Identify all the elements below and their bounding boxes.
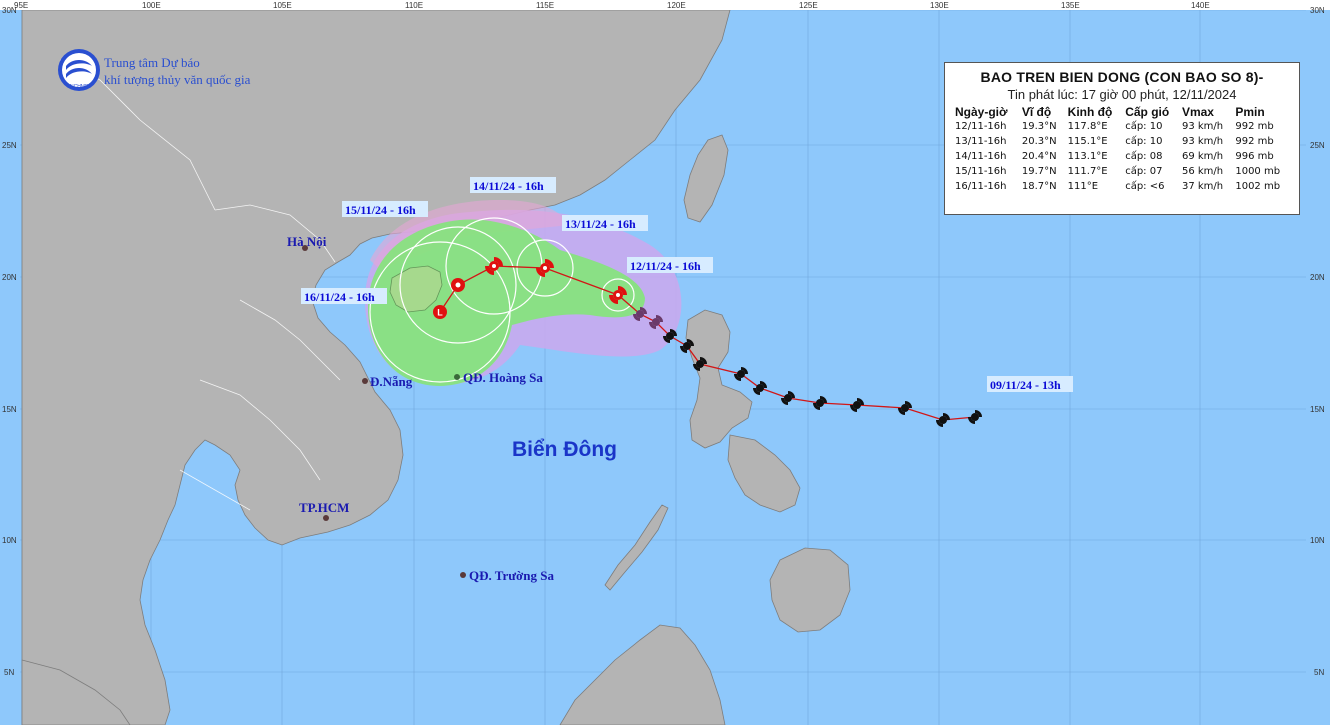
cell: cấp: 08 [1125,151,1163,162]
agency-name-line1: Trung tâm Dự báo [104,55,200,70]
agency-name-line2: khí tượng thủy văn quốc gia [104,72,251,87]
label-danang: Đ.Nẵng [370,374,413,389]
svg-text:16/11/24 - 16h: 16/11/24 - 16h [304,290,375,304]
date-label-origin: 09/11/24 - 13h [987,376,1073,392]
cell: 56 km/h [1181,166,1224,177]
svg-text:15/11/24 - 16h: 15/11/24 - 16h [345,203,416,217]
nchmf-logo: NCHMF [58,49,100,91]
lon-tick: 105E [273,1,292,10]
svg-text:25N: 25N [2,141,17,150]
svg-text:20N: 20N [2,273,17,282]
cell: 115.1°E [1067,136,1108,147]
svg-text:15N: 15N [2,405,17,414]
svg-text:09/11/24 - 13h: 09/11/24 - 13h [990,378,1061,392]
cell: 1000 mb [1235,166,1281,177]
lon-tick: 130E [930,1,949,10]
cell: cấp: 07 [1125,166,1163,177]
col-header: Pmin [1235,105,1265,119]
cell: 19.3°N [1021,121,1057,132]
top-tick-bar [0,0,1330,10]
table-row: 13/11-16h 20.3°N 115.1°E cấp: 10 93 km/h… [953,134,1291,149]
cell: 12/11-16h [955,121,1007,132]
cell: 18.7°N [1021,181,1057,192]
svg-text:12/11/24 - 16h: 12/11/24 - 16h [630,259,701,273]
svg-text:25N: 25N [1310,141,1325,150]
cell: 14/11-16h [955,151,1007,162]
svg-text:5N: 5N [4,668,14,677]
col-header: Ngày-giờ [955,105,1008,119]
label-hcm: TP.HCM [299,500,349,515]
col-header: Kinh độ [1067,105,1113,119]
cell: 20.3°N [1021,136,1057,147]
cell: cấp: <6 [1125,181,1165,192]
cell: 992 mb [1235,121,1274,132]
lon-tick: 125E [799,1,818,10]
table-row: 16/11-16h 18.7°N 111°E cấp: <6 37 km/h 1… [953,179,1291,194]
cell: 13/11-16h [955,136,1007,147]
table-row: 14/11-16h 20.4°N 113.1°E cấp: 08 69 km/h… [953,149,1291,164]
cell: cấp: 10 [1125,136,1163,147]
date-label-12: 12/11/24 - 16h [627,257,713,273]
svg-text:5N: 5N [1314,668,1324,677]
cell: 992 mb [1235,136,1274,147]
cell: 37 km/h [1181,181,1224,192]
svg-text:14/11/24 - 16h: 14/11/24 - 16h [473,179,544,193]
cell: 19.7°N [1021,166,1057,177]
svg-text:20N: 20N [1310,273,1325,282]
table-row: 12/11-16h 19.3°N 117.8°E cấp: 10 93 km/h… [953,119,1291,134]
lon-tick: 115E [536,1,554,10]
cell: 16/11-16h [955,181,1007,192]
svg-text:15N: 15N [1310,405,1325,414]
cell: cấp: 10 [1125,121,1163,132]
cell: 93 km/h [1181,121,1224,132]
label-truongsa: QĐ. Trường Sa [469,568,554,583]
col-header: Vĩ độ [1021,105,1052,119]
cell: 111°E [1067,181,1099,192]
label-hoangsa: QĐ. Hoàng Sa [463,370,543,385]
cell: 69 km/h [1181,151,1224,162]
sea-label: Biển Đông [512,438,617,461]
table-row: 15/11-16h 19.7°N 111.7°E cấp: 07 56 km/h… [953,164,1291,179]
svg-text:30N: 30N [1310,6,1325,15]
svg-text:NCHMF: NCHMF [70,84,88,90]
col-header: Cấp gió [1125,105,1170,119]
date-label-16: 16/11/24 - 16h [301,288,387,304]
cell: 20.4°N [1021,151,1057,162]
lon-tick: 100E [142,1,161,10]
col-header: Vmax [1181,105,1214,119]
lon-tick: 140E [1191,1,1210,10]
storm-info-box: BAO TREN BIEN DONG (CON BAO SO 8)- Tin p… [944,62,1300,215]
cell: 113.1°E [1067,151,1108,162]
agency-name: Trung tâm Dự báo khí tượng thủy văn quốc… [104,54,250,88]
forecast-table: Ngày-giờ Vĩ độ Kinh độ Cấp gió Vmax Pmin… [953,105,1291,194]
date-label-15: 15/11/24 - 16h [342,201,428,217]
cell: 117.8°E [1067,121,1108,132]
cell: 93 km/h [1181,136,1224,147]
cell: 1002 mb [1235,181,1281,192]
svg-text:13/11/24 - 16h: 13/11/24 - 16h [565,217,636,231]
cell: 111.7°E [1067,166,1108,177]
svg-text:L: L [437,308,443,318]
forecast-icon-15-11 [451,278,465,292]
svg-text:30N: 30N [2,6,17,15]
forecast-icon-16-11: L [433,305,447,319]
info-title: BAO TREN BIEN DONG (CON BAO SO 8)- [980,69,1264,85]
cell: 15/11-16h [955,166,1007,177]
svg-text:10N: 10N [1310,536,1325,545]
label-hanoi: Hà Nội [287,234,327,249]
lon-tick: 110E [405,1,423,10]
date-label-13: 13/11/24 - 16h [562,215,648,231]
table-header-row: Ngày-giờ Vĩ độ Kinh độ Cấp gió Vmax Pmin [953,105,1291,119]
info-subtitle: Tin phát lúc: 17 giờ 00 phút, 12/11/2024 [1007,87,1237,102]
svg-text:10N: 10N [2,536,17,545]
date-label-14: 14/11/24 - 16h [470,177,556,193]
lon-tick: 135E [1061,1,1080,10]
lon-tick: 120E [667,1,686,10]
cell: 996 mb [1235,151,1274,162]
